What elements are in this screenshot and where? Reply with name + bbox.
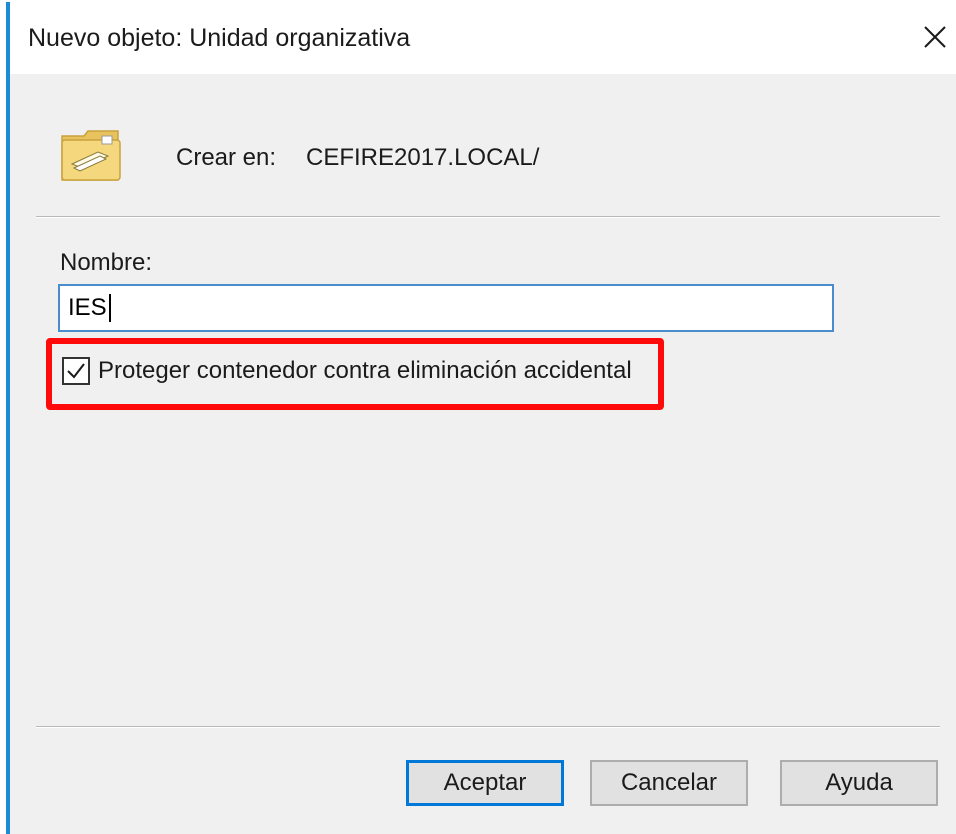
cancel-button[interactable]: Cancelar [590, 760, 748, 806]
accept-button[interactable]: Aceptar [406, 760, 564, 806]
protect-from-deletion-label: Proteger contenedor contra eliminación a… [98, 357, 632, 384]
create-in-label: Crear en: [176, 144, 277, 171]
window-title: Nuevo objeto: Unidad organizativa [28, 24, 411, 52]
title-bar[interactable]: Nuevo objeto: Unidad organizativa [10, 2, 956, 74]
checkmark-icon [67, 363, 85, 379]
name-input[interactable]: IES [58, 284, 834, 332]
dialog-body: Crear en: CEFIRE2017.LOCAL/ Nombre: IES … [10, 74, 956, 834]
close-button[interactable] [908, 10, 956, 64]
help-button[interactable]: Ayuda [780, 760, 938, 806]
divider [36, 726, 940, 728]
protect-from-deletion-checkbox[interactable] [62, 357, 90, 385]
dialog-window: Nuevo objeto: Unidad organizativa Crear … [0, 0, 956, 834]
close-icon [924, 26, 946, 48]
protect-from-deletion-checkbox-row[interactable]: Proteger contenedor contra eliminación a… [62, 354, 632, 388]
divider [36, 216, 940, 218]
create-in-path: CEFIRE2017.LOCAL/ [306, 144, 540, 171]
organizational-unit-folder-icon [61, 130, 121, 181]
name-input-value: IES [68, 294, 107, 321]
name-label: Nombre: [60, 249, 153, 276]
text-caret [108, 294, 111, 322]
